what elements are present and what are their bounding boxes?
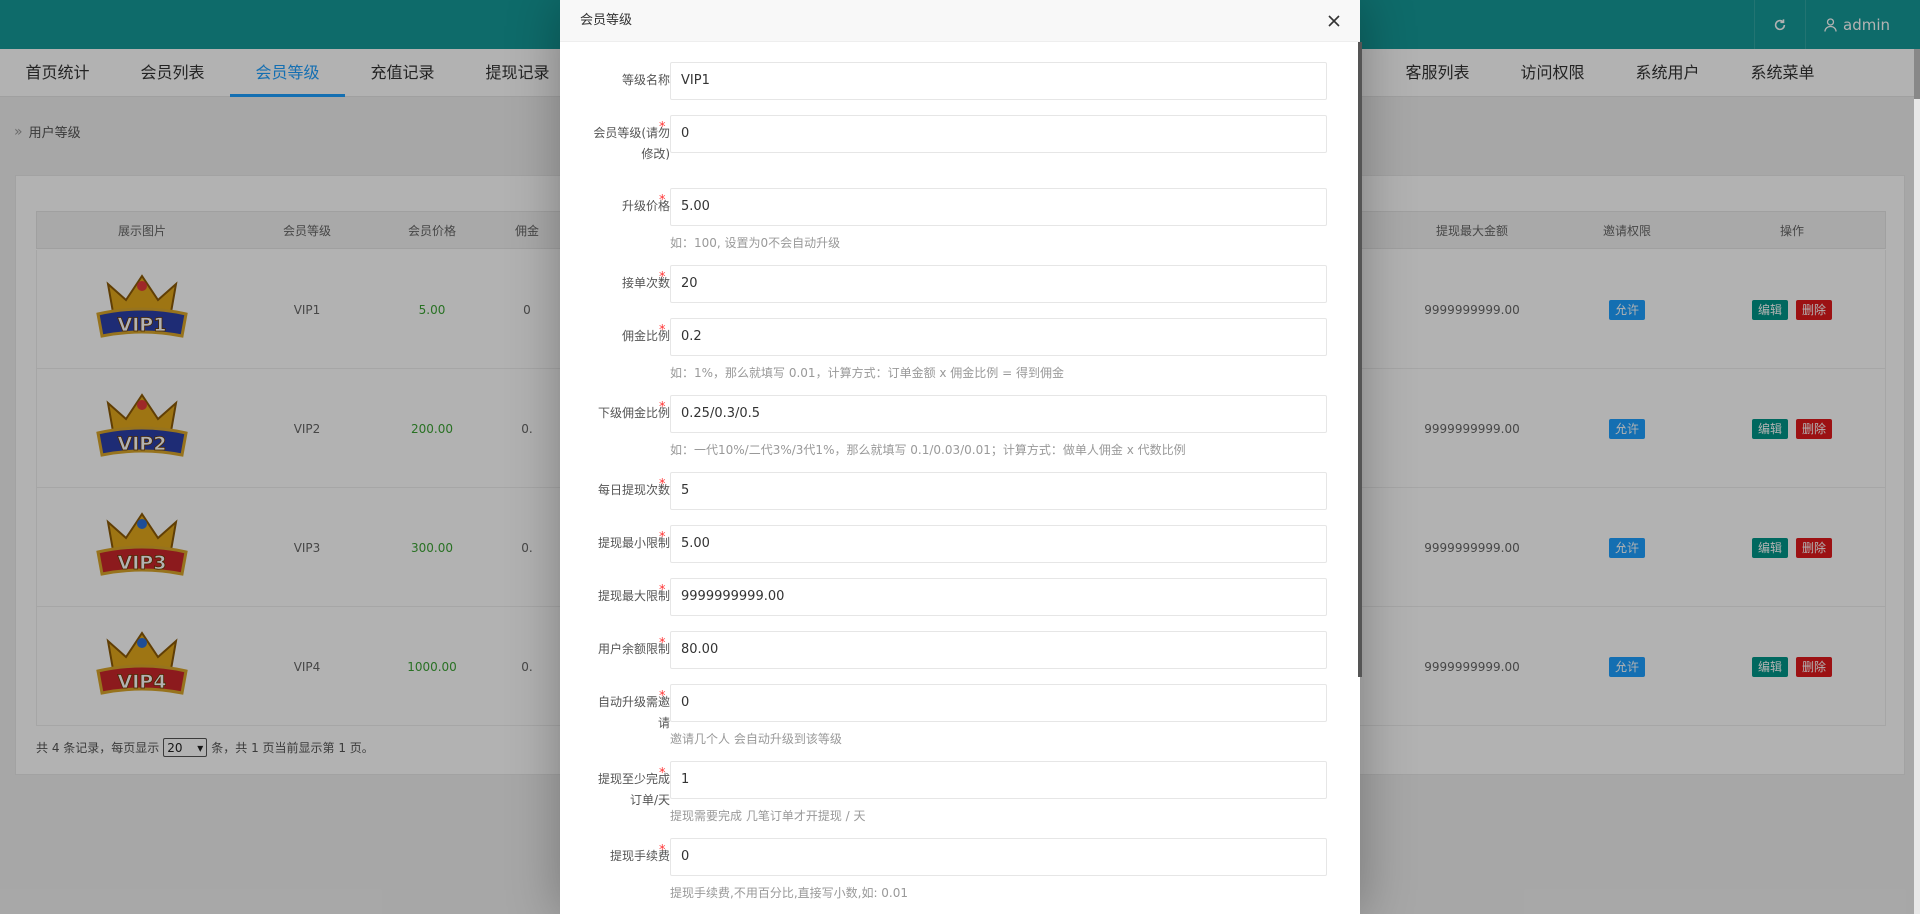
field-hint: 如：1%，那么就填写 0.01，计算方式：订单金额 x 佣金比例 = 得到佣金 xyxy=(670,366,1064,380)
field-input[interactable]: 5 xyxy=(670,472,1327,510)
field-input[interactable]: VIP1 xyxy=(670,62,1327,100)
required-asterisk: * xyxy=(659,477,666,492)
field-hint: 如：一代10%/二代3%/3代1%，那么就填写 0.1/0.03/0.01；计算… xyxy=(670,443,1186,457)
field-label-line: 会员等级(请勿 xyxy=(593,126,670,140)
required-asterisk: * xyxy=(659,323,666,338)
modal-scrollbar[interactable] xyxy=(1358,42,1362,677)
field-label-line: 请 xyxy=(657,716,670,730)
field-hint: 邀请几个人 会自动升级到该等级 xyxy=(670,732,842,746)
field-label: 提现至少完成订单/天 xyxy=(570,769,670,811)
field-label: 下级佣金比例 xyxy=(597,406,670,420)
field-label: 等级名称 xyxy=(621,73,670,87)
required-asterisk: * xyxy=(659,120,666,135)
field-label: 佣金比例 xyxy=(621,329,670,343)
required-asterisk: * xyxy=(659,766,666,781)
required-asterisk: * xyxy=(659,530,666,545)
field-label: 每日提现次数 xyxy=(597,483,670,497)
field-hint: 提现需要完成 几笔订单才开提现 / 天 xyxy=(670,809,866,823)
field-hint: 提现手续费,不用百分比,直接写小数,如: 0.01 xyxy=(670,886,909,900)
field-label-line: 自动升级需邀 xyxy=(597,695,670,709)
field-input[interactable]: 5.00 xyxy=(670,525,1327,563)
field-label: 接单次数 xyxy=(621,276,670,290)
modal-title: 会员等级 xyxy=(580,13,633,28)
page-scrollbar[interactable] xyxy=(1914,49,1920,914)
required-asterisk: * xyxy=(659,270,666,285)
field-label-line: 订单/天 xyxy=(629,793,670,807)
field-input[interactable]: 20 xyxy=(670,265,1327,303)
field-input[interactable]: 0 xyxy=(670,115,1327,153)
close-icon[interactable] xyxy=(1324,11,1344,31)
required-asterisk: * xyxy=(659,689,666,704)
field-label: 提现最小限制 xyxy=(597,536,670,550)
required-asterisk: * xyxy=(659,193,666,208)
field-label-line: 提现至少完成 xyxy=(597,772,670,786)
modal-header: 会员等级 xyxy=(560,0,1360,42)
field-label: 自动升级需邀请 xyxy=(570,692,670,734)
required-asterisk: * xyxy=(659,400,666,415)
field-label: 用户余额限制 xyxy=(597,642,670,656)
field-label: 升级价格 xyxy=(621,199,670,213)
required-asterisk: * xyxy=(659,843,666,858)
edit-level-modal: 会员等级 等级名称 VIP1 会员等级(请勿 修改) * 0 升级价格 * 5.00 如：100,… xyxy=(560,0,1362,914)
field-input[interactable]: 1 xyxy=(670,761,1327,799)
field-input[interactable]: 80.00 xyxy=(670,631,1327,669)
page-scroll-thumb[interactable] xyxy=(1914,49,1920,99)
field-input[interactable]: 0.25/0.3/0.5 xyxy=(670,395,1327,433)
field-hint: 如：100, 设置为0不会自动升级 xyxy=(670,236,841,250)
required-asterisk: * xyxy=(659,583,666,598)
field-label: 提现最大限制 xyxy=(597,589,670,603)
field-input[interactable]: 0.2 xyxy=(670,318,1327,356)
field-label-line: 修改) xyxy=(641,147,670,161)
field-input[interactable]: 5.00 xyxy=(670,188,1327,226)
required-asterisk: * xyxy=(659,636,666,651)
field-input[interactable]: 0 xyxy=(670,838,1327,876)
field-label: 提现手续费 xyxy=(609,849,670,863)
field-input[interactable]: 0 xyxy=(670,684,1327,722)
field-input[interactable]: 9999999999.00 xyxy=(670,578,1327,616)
field-label: 会员等级(请勿修改) xyxy=(570,123,670,165)
